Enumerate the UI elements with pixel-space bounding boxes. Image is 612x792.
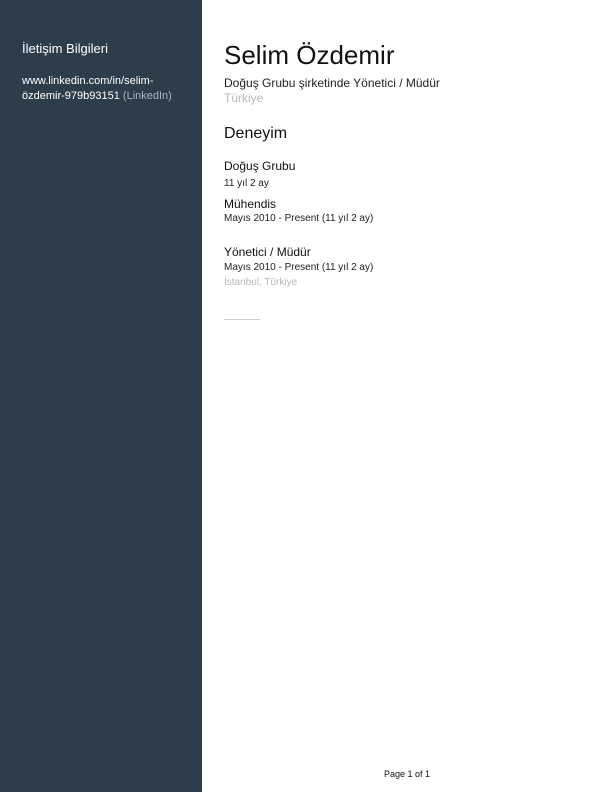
contact-info-heading: İletişim Bilgileri — [22, 41, 108, 56]
company-tenure: 11 yıl 2 ay — [224, 178, 269, 189]
role-title: Mühendis — [224, 197, 277, 211]
linkedin-url-line-1[interactable]: www.linkedin.com/in/selim- — [22, 74, 197, 89]
sidebar: İletişim Bilgileri www.linkedin.com/in/s… — [0, 0, 202, 792]
linkedin-label: (LinkedIn) — [122, 90, 172, 102]
linkedin-contact[interactable]: www.linkedin.com/in/selim- özdemir-979b9… — [22, 74, 197, 104]
role-title: Yönetici / Müdür — [224, 245, 311, 259]
role-dates: Mayıs 2010 - Present (11 yıl 2 ay) — [224, 262, 374, 273]
role-location: İstanbul, Türkiye — [224, 277, 298, 288]
profile-headline: Doğuş Grubu şirketinde Yönetici / Müdür — [224, 76, 440, 90]
role-dates: Mayıs 2010 - Present (11 yıl 2 ay) — [224, 213, 374, 224]
section-divider — [224, 319, 260, 320]
page-number: Page 1 of 1 — [384, 769, 431, 779]
profile-location: Türkiye — [224, 91, 264, 105]
linkedin-url-line-2[interactable]: özdemir-979b93151 — [22, 90, 120, 102]
company-name: Doğuş Grubu — [224, 159, 296, 173]
profile-name: Selim Özdemir — [224, 40, 395, 70]
experience-heading: Deneyim — [224, 125, 288, 142]
